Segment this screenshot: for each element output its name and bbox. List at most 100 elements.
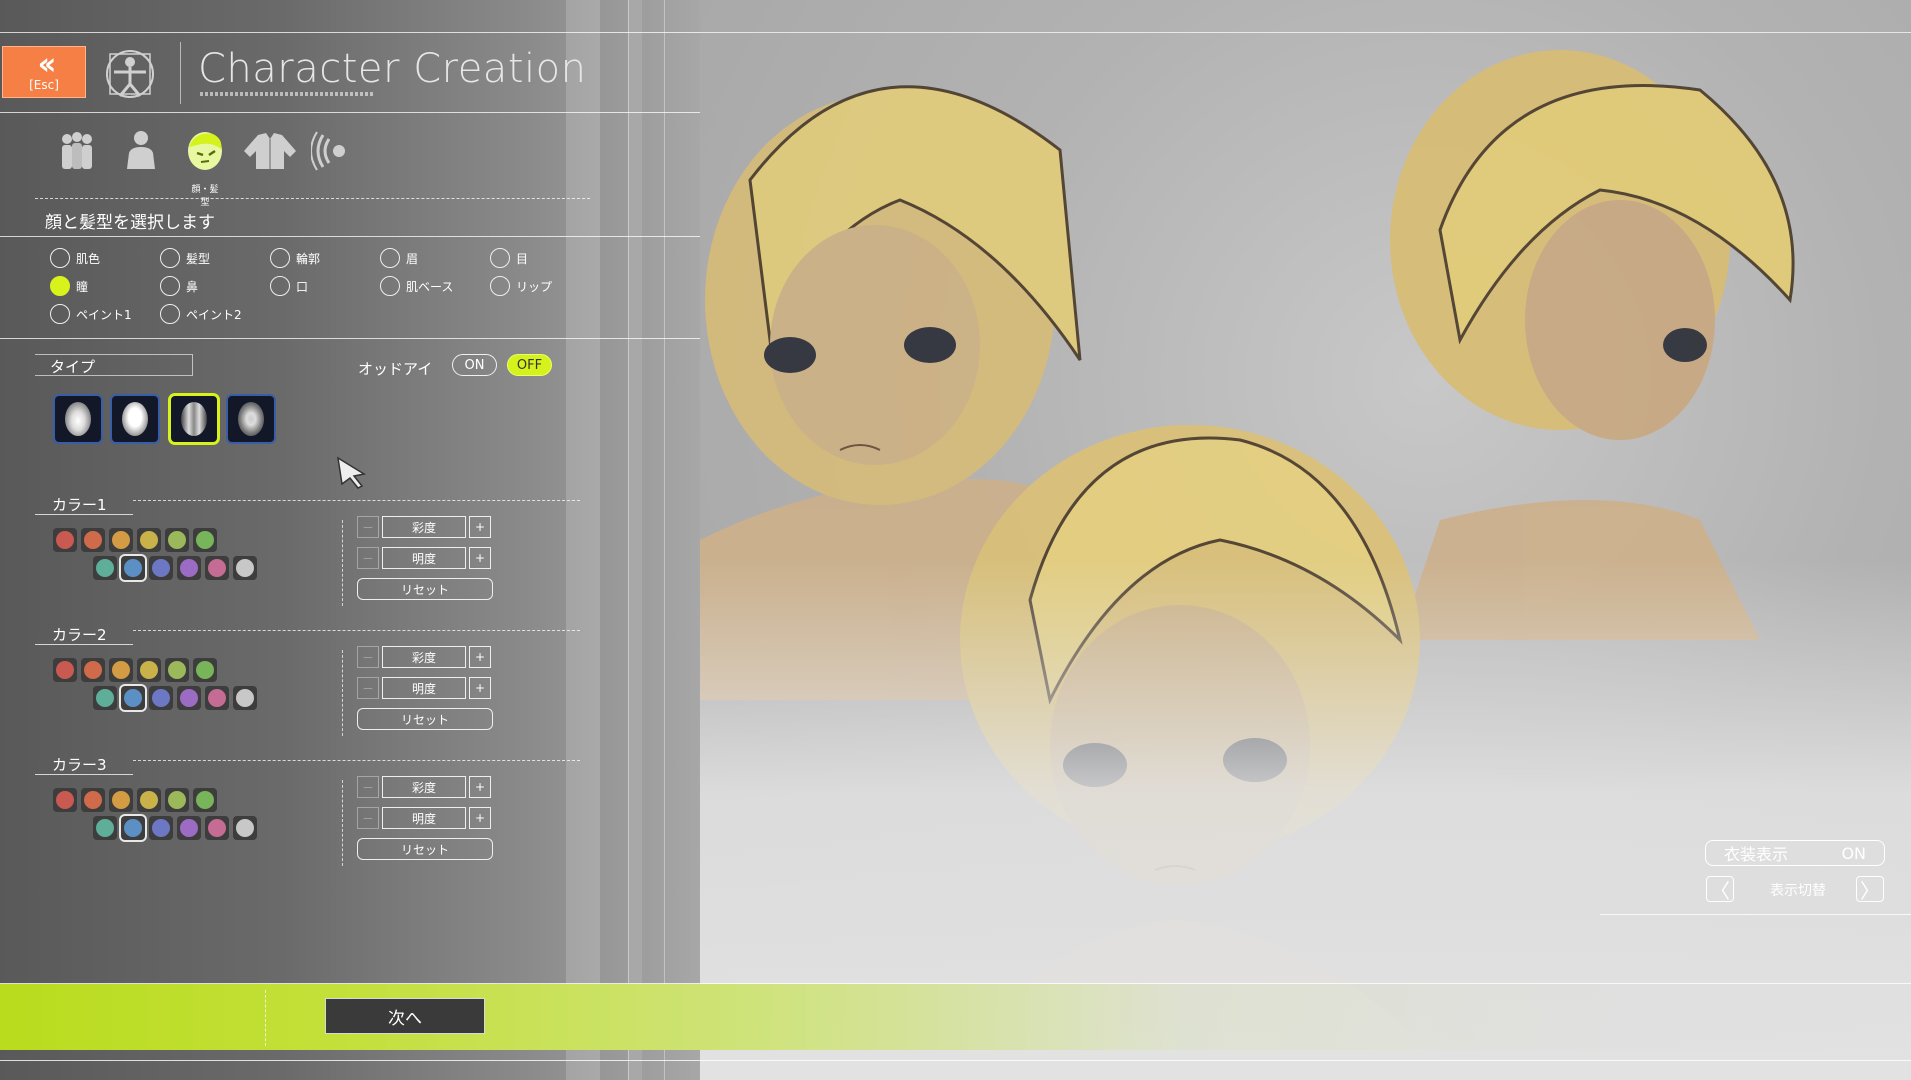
tab-face-hair[interactable]: [182, 126, 228, 176]
color-swatch-selected[interactable]: [121, 556, 145, 580]
color-swatch[interactable]: [233, 556, 257, 580]
reset-button[interactable]: リセット: [357, 838, 493, 860]
color-swatch[interactable]: [53, 658, 77, 682]
color-swatch[interactable]: [81, 528, 105, 552]
reset-button[interactable]: リセット: [357, 578, 493, 600]
radio-pupil[interactable]: 瞳: [50, 276, 88, 296]
saturation-minus-button[interactable]: －: [357, 776, 379, 798]
radio-dot[interactable]: [380, 276, 400, 296]
color-swatch[interactable]: [93, 816, 117, 840]
color-swatch[interactable]: [193, 788, 217, 812]
odd-eye-on-button[interactable]: ON: [452, 354, 497, 376]
radio-paint-2[interactable]: ペイント2: [160, 304, 242, 324]
odd-eye-off-button[interactable]: OFF: [507, 354, 552, 376]
radio-skin-color[interactable]: 肌色: [50, 248, 100, 268]
tab-preset[interactable]: [54, 126, 100, 176]
brightness-minus-button[interactable]: －: [357, 547, 379, 569]
color-section-vdivider: [342, 520, 343, 606]
radio-dot[interactable]: [380, 248, 400, 268]
color-swatch[interactable]: [137, 788, 161, 812]
color-swatch-dot: [96, 819, 114, 837]
radio-nose[interactable]: 鼻: [160, 276, 198, 296]
eye-type-option[interactable]: [110, 394, 160, 444]
radio-eye[interactable]: 目: [490, 248, 528, 268]
color-swatch[interactable]: [165, 788, 189, 812]
color-swatch[interactable]: [109, 528, 133, 552]
color-swatch[interactable]: [137, 528, 161, 552]
color-swatch[interactable]: [205, 816, 229, 840]
saturation-plus-button[interactable]: +: [469, 646, 491, 668]
color-swatch[interactable]: [177, 686, 201, 710]
color-swatch[interactable]: [205, 686, 229, 710]
color-swatch[interactable]: [149, 556, 173, 580]
color-swatch[interactable]: [193, 658, 217, 682]
color-swatch[interactable]: [193, 528, 217, 552]
view-prev-button[interactable]: 〈: [1706, 876, 1734, 903]
radio-lip[interactable]: リップ: [490, 276, 552, 296]
radio-dot-selected[interactable]: [50, 276, 70, 296]
brightness-minus-button[interactable]: －: [357, 677, 379, 699]
color-swatch[interactable]: [81, 788, 105, 812]
saturation-plus-button[interactable]: +: [469, 516, 491, 538]
color-swatch[interactable]: [93, 556, 117, 580]
color-swatch[interactable]: [205, 556, 229, 580]
radio-eyebrow[interactable]: 眉: [380, 248, 418, 268]
radio-dot[interactable]: [50, 248, 70, 268]
radio-label: リップ: [516, 279, 553, 294]
next-button[interactable]: 次へ: [325, 998, 485, 1034]
color-swatch[interactable]: [53, 788, 77, 812]
color-swatch[interactable]: [165, 528, 189, 552]
color-swatch-dot: [124, 819, 142, 837]
color-swatch[interactable]: [109, 658, 133, 682]
character-viewport[interactable]: [700, 0, 1911, 1080]
eye-type-option[interactable]: [53, 394, 103, 444]
color-swatch[interactable]: [233, 686, 257, 710]
color-swatch-selected[interactable]: [121, 816, 145, 840]
radio-dot[interactable]: [50, 304, 70, 324]
eye-type-option[interactable]: [226, 394, 276, 444]
brightness-plus-button[interactable]: +: [469, 807, 491, 829]
radio-mouth[interactable]: 口: [270, 276, 308, 296]
tab-voice[interactable]: [310, 126, 356, 176]
radio-dot[interactable]: [160, 304, 180, 324]
color-swatch[interactable]: [109, 788, 133, 812]
color-swatch[interactable]: [233, 816, 257, 840]
color-swatch[interactable]: [81, 658, 105, 682]
brightness-plus-button[interactable]: +: [469, 677, 491, 699]
tab-clothes[interactable]: [240, 126, 300, 176]
radio-contour[interactable]: 輪郭: [270, 248, 320, 268]
radio-dot[interactable]: [270, 276, 290, 296]
color-swatch[interactable]: [177, 556, 201, 580]
radio-paint-1[interactable]: ペイント1: [50, 304, 132, 324]
color-swatch[interactable]: [53, 528, 77, 552]
color-swatch[interactable]: [137, 658, 161, 682]
radio-dot[interactable]: [490, 248, 510, 268]
eye-type-option-selected[interactable]: [169, 394, 219, 444]
brightness-plus-button[interactable]: +: [469, 547, 491, 569]
view-next-button[interactable]: 〉: [1856, 876, 1884, 903]
radio-dot[interactable]: [270, 248, 290, 268]
back-button[interactable]: ‹‹ [Esc]: [2, 46, 86, 98]
color-swatch[interactable]: [149, 816, 173, 840]
costume-display-toggle[interactable]: 衣装表示 ON: [1705, 840, 1885, 866]
brightness-minus-button[interactable]: －: [357, 807, 379, 829]
section-rule: [0, 236, 700, 237]
radio-label: 眉: [406, 251, 419, 266]
saturation-minus-button[interactable]: －: [357, 516, 379, 538]
color-swatch[interactable]: [165, 658, 189, 682]
radio-hairstyle[interactable]: 髪型: [160, 248, 210, 268]
radio-dot[interactable]: [160, 276, 180, 296]
tab-body[interactable]: [118, 126, 164, 176]
color-swatch[interactable]: [149, 686, 173, 710]
color-swatch-selected[interactable]: [121, 686, 145, 710]
reset-button[interactable]: リセット: [357, 708, 493, 730]
color-swatch[interactable]: [177, 816, 201, 840]
saturation-minus-button[interactable]: －: [357, 646, 379, 668]
radio-skin-base[interactable]: 肌ベース: [380, 276, 453, 296]
radio-label: 輪郭: [296, 251, 321, 266]
color-swatch[interactable]: [93, 686, 117, 710]
saturation-plus-button[interactable]: +: [469, 776, 491, 798]
radio-dot[interactable]: [490, 276, 510, 296]
radio-dot[interactable]: [160, 248, 180, 268]
radio-label: ペイント2: [186, 307, 242, 322]
